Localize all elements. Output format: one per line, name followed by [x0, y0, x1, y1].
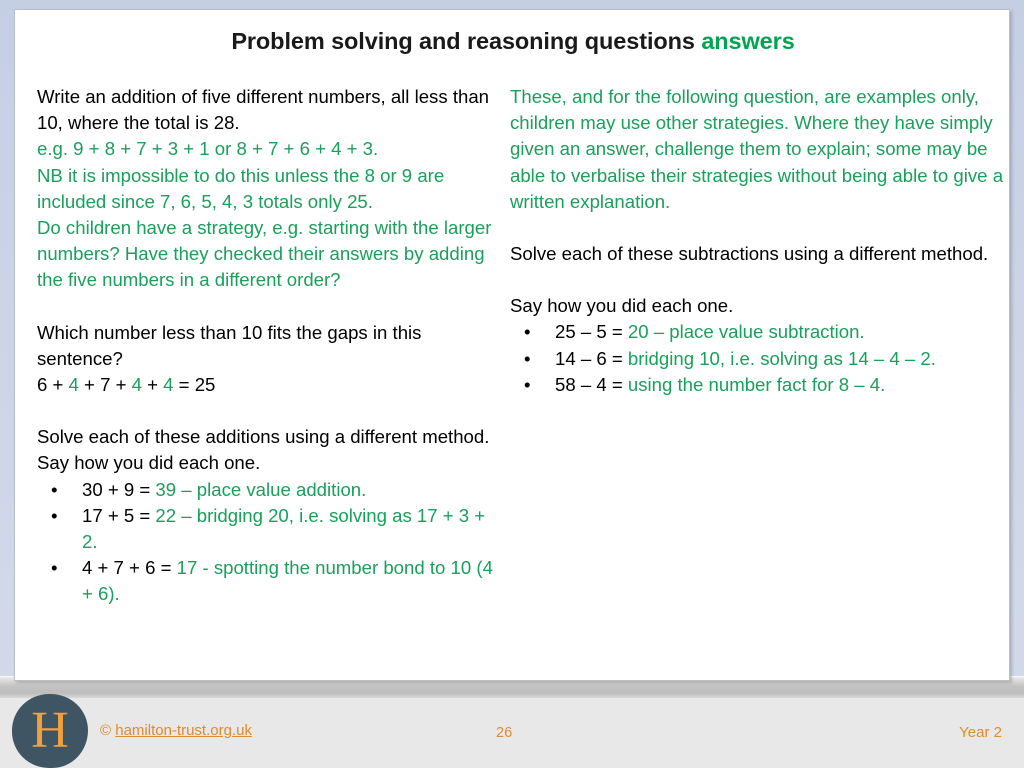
- equation-gap-answer: 4: [163, 374, 174, 396]
- page-title-highlight: answers: [701, 28, 795, 54]
- copyright-icon: ©: [100, 722, 112, 739]
- list-item: • 25 – 5 = 20 – place value subtraction.: [510, 319, 1010, 345]
- question-1-answer-line-2: NB it is impossible to do this unless th…: [37, 164, 445, 212]
- subtraction-expression: 58 – 4 =: [555, 373, 628, 395]
- year-label: Year 2: [959, 724, 1002, 741]
- bullet-point-icon: •: [524, 373, 531, 395]
- subtraction-answer: bridging 10, i.e. solving as 14 – 4 – 2.: [627, 347, 936, 369]
- subtraction-answer: 20 – place value subtraction.: [627, 321, 865, 343]
- question-1-prompt: Write an addition of five different numb…: [37, 86, 490, 134]
- subtraction-explain-prompt: Say how you did each one.: [510, 295, 734, 317]
- addition-answer-list: • 30 + 9 = 39 – place value addition. • 17 …: [37, 477, 497, 608]
- list-item: • 58 – 4 = using the number fact for 8 – …: [510, 372, 1010, 398]
- bullet-point-icon: •: [524, 321, 531, 343]
- equation-gap-answer: 4: [68, 374, 79, 396]
- list-item: • 4 + 7 + 6 = 17 - spotting the number bo…: [37, 555, 497, 607]
- question-1-answer-line-1: e.g. 9 + 8 + 7 + 3 + 1 or 8 + 7 + 6 + 4 …: [37, 138, 379, 160]
- page-title: Problem solving and reasoning questions …: [15, 28, 1011, 55]
- logo-letter-h: H: [31, 702, 69, 759]
- subtraction-expression: 14 – 6 =: [555, 347, 628, 369]
- teacher-note: These, and for the following question, a…: [510, 86, 1004, 212]
- page-number: 26: [496, 725, 513, 741]
- subtraction-prompt: Solve each of these subtractions using a…: [510, 243, 989, 265]
- subtraction-expression: 25 – 5 =: [555, 321, 628, 343]
- list-item: • 17 + 5 = 22 – bridging 20, i.e. solving…: [37, 503, 497, 555]
- question-1-answer-line-3: Do children have a strategy, e.g. starti…: [37, 217, 492, 291]
- bullet-point-icon: •: [51, 557, 58, 579]
- equation-segment: + 7 +: [78, 374, 132, 396]
- bullet-point-icon: •: [51, 478, 58, 500]
- slide-canvas: Problem solving and reasoning questions …: [14, 9, 1010, 681]
- question-2-prompt: Which number less than 10 fits the gaps …: [37, 321, 422, 369]
- hamilton-trust-logo: H: [12, 694, 88, 768]
- addition-expression: 4 + 7 + 6 =: [82, 557, 177, 579]
- bullet-point-icon: •: [51, 504, 58, 526]
- list-item: • 14 – 6 = bridging 10, i.e. solving as 1…: [510, 346, 1010, 372]
- subtraction-answer: using the number fact for 8 – 4.: [627, 373, 886, 395]
- list-item: • 30 + 9 = 39 – place value addition.: [37, 477, 497, 503]
- equation-segment: 6 +: [37, 374, 69, 396]
- page-title-main: Problem solving and reasoning questions: [231, 28, 702, 54]
- bullet-point-icon: •: [524, 347, 531, 369]
- left-column: Write an addition of five different numb…: [37, 84, 497, 608]
- equation-segment: +: [141, 374, 164, 396]
- equation-gap-answer: 4: [131, 374, 142, 396]
- subtraction-answer-list: • 25 – 5 = 20 – place value subtraction. •…: [510, 319, 1010, 398]
- addition-expression: 30 + 9 =: [82, 478, 156, 500]
- copyright-line: © hamilton-trust.org.uk: [100, 722, 252, 739]
- addition-expression: 17 + 5 =: [82, 504, 156, 526]
- question-2-equation: 6 + 4 + 7 + 4 + 4 = 25: [37, 372, 497, 398]
- addition-answer: 39 – place value addition.: [155, 478, 367, 500]
- question-3-prompt: Solve each of these additions using a di…: [37, 426, 490, 474]
- equation-segment: = 25: [173, 374, 216, 396]
- hamilton-trust-link[interactable]: hamilton-trust.org.uk: [115, 722, 252, 739]
- right-column: These, and for the following question, a…: [510, 84, 1010, 398]
